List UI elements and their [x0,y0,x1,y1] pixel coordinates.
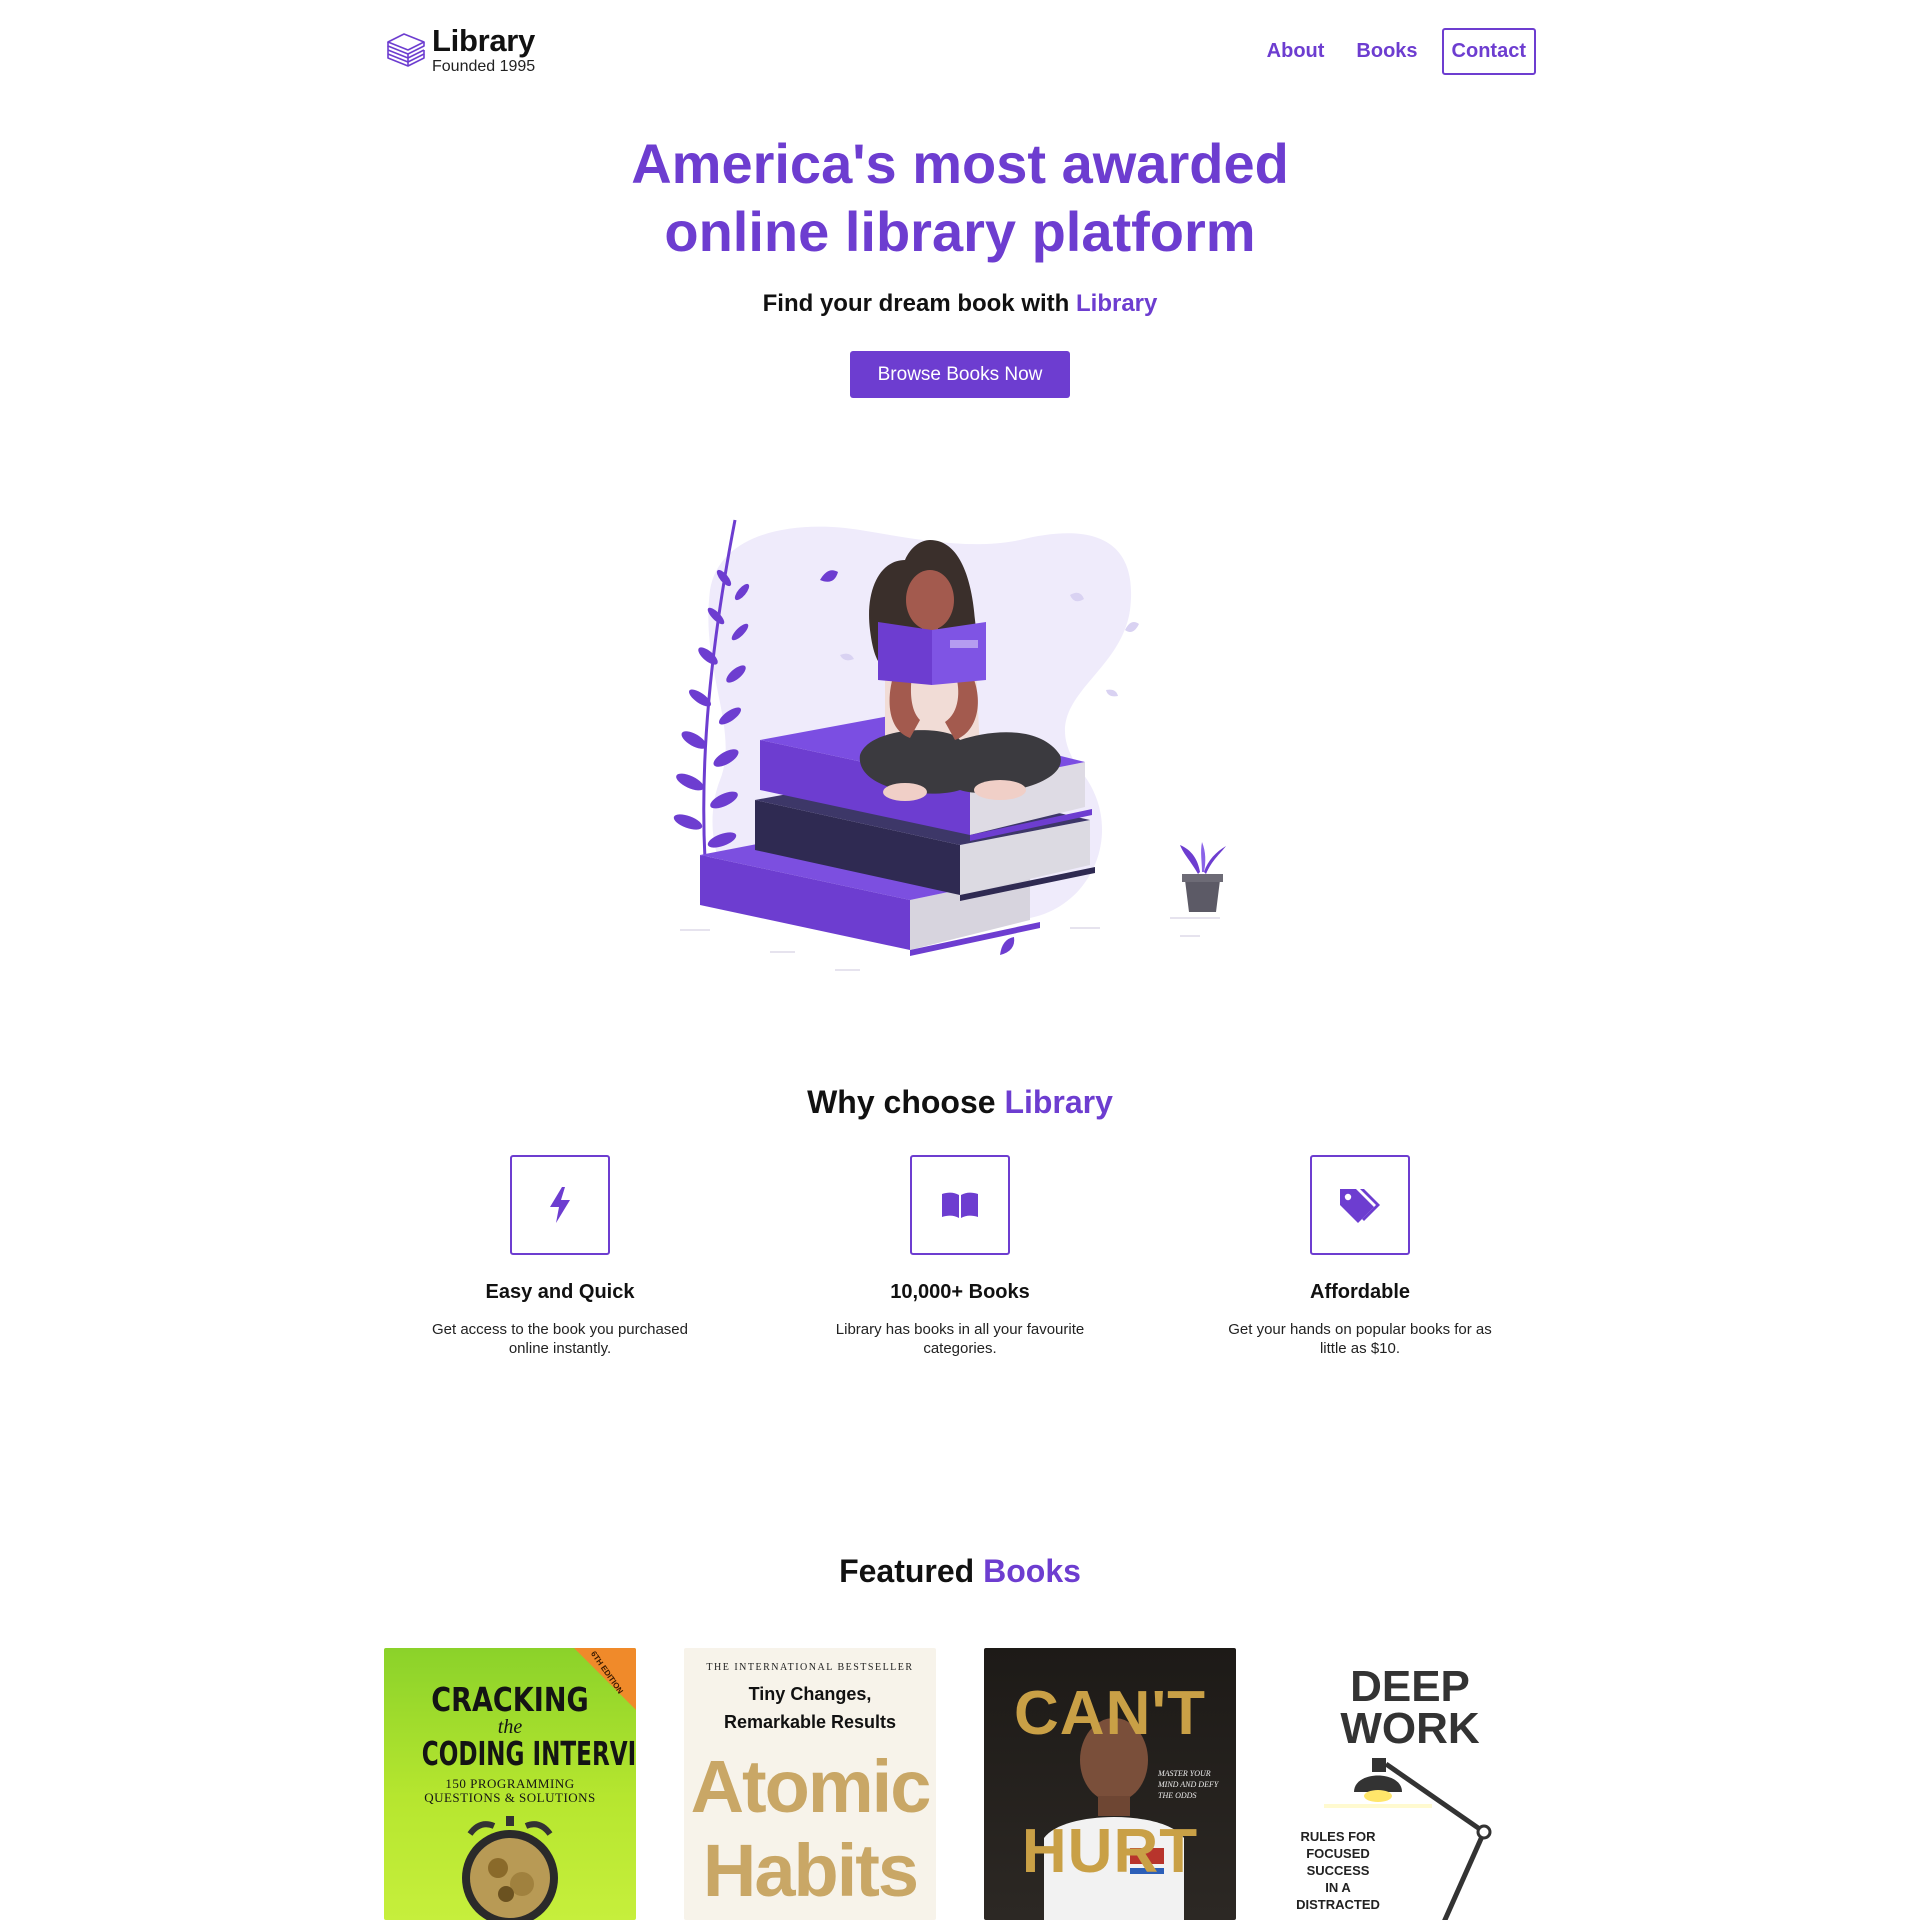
nav-link-books[interactable]: Books [1356,40,1417,63]
why-title-prefix: Why choose [807,1084,1005,1120]
feature-affordable: Affordable Get your hands on popular boo… [1210,1155,1510,1358]
cover-title-line: Atomic [690,1745,932,1828]
cover-title-line: HURT [1021,1817,1199,1886]
reading-woman-illustration [673,519,1226,971]
open-book-icon [942,1192,978,1218]
tags-icon [1340,1189,1380,1223]
feature-icon-box [910,1155,1010,1255]
nav-links: About Books Contact [1235,28,1536,75]
feature-title: 10,000+ Books [890,1281,1030,1303]
hero-title: America's most awarded online library pl… [0,130,1920,266]
feature-description: Library has books in all your favourite … [835,1321,1085,1357]
feature-icon-box [1310,1155,1410,1255]
cover-title-line: CODING INTERVIEW [421,1734,636,1773]
hero-subtitle: Find your dream book with Library [0,290,1920,318]
logo[interactable]: Library Founded 1995 [384,20,535,80]
logo-subtitle: Founded 1995 [432,58,536,75]
cover-tagline: THE INTERNATIONAL BESTSELLER [706,1662,914,1673]
feature-description: Get access to the book you purchased onl… [432,1321,688,1357]
books-stack-icon [387,33,425,67]
feature-title: Affordable [1310,1281,1410,1303]
nav-link-about[interactable]: About [1267,40,1325,63]
featured-title-prefix: Featured [839,1553,984,1589]
navbar: Library Founded 1995 About Books Contact [384,20,1536,80]
book-cover-deep-work[interactable]: DEEP WORK RULES FOR FOCUSED SUCCESS IN A… [1284,1648,1536,1920]
bolt-icon [550,1187,570,1223]
why-choose-title: Why choose Library [0,1084,1920,1121]
browse-books-button[interactable]: Browse Books Now [850,351,1070,398]
featured-title-accent: Books [983,1553,1081,1589]
cover-title-line: CRACKING [431,1680,589,1719]
featured-books-title: Featured Books [0,1553,1920,1590]
nav-link-contact[interactable]: Contact [1441,28,1536,75]
hero-subtitle-accent: Library [1075,290,1158,317]
cover-subtitle-line: Tiny Changes, [748,1684,872,1704]
book-cover-atomic-habits[interactable]: THE INTERNATIONAL BESTSELLER Tiny Change… [684,1648,936,1920]
cover-tagline: MASTER YOUR MIND AND DEFY THE ODDS [1158,1769,1219,1800]
hero-subtitle-prefix: Find your dream book with [762,290,1076,317]
cover-title-line: WORK [1340,1704,1480,1753]
feature-description: Get your hands on popular books for as l… [1228,1321,1492,1357]
feature-icon-box [510,1155,610,1255]
hero-title-line-2: online library platform [664,200,1256,263]
cover-title-line: Habits [702,1829,919,1912]
logo-title: Library [432,23,535,58]
feature-easy-quick: Easy and Quick Get access to the book yo… [410,1155,710,1358]
hero-title-line-1: America's most awarded [631,132,1289,195]
alarm-clock-icon [462,1816,558,1920]
cover-title-line: DEEP [1350,1662,1470,1711]
cover-subtitle-line: QUESTIONS & SOLUTIONS [424,1790,596,1805]
feature-books-count: 10,000+ Books Library has books in all y… [810,1155,1110,1358]
feature-title: Easy and Quick [485,1281,635,1303]
cover-title-line: CAN'T [1014,1679,1206,1748]
book-cover-cant-hurt-me[interactable]: CAN'T HURT MASTER YOUR MIND AND DEFY THE… [984,1648,1236,1920]
cover-subtitle-line: Remarkable Results [723,1712,897,1732]
book-cover-cracking-coding-interview[interactable]: 6TH EDITION CRACKING the CODING INTERVIE… [384,1648,636,1920]
why-title-accent: Library [1004,1084,1113,1120]
cover-tagline: RULES FOR FOCUSED SUCCESS IN A DISTRACTE… [1296,1829,1380,1912]
